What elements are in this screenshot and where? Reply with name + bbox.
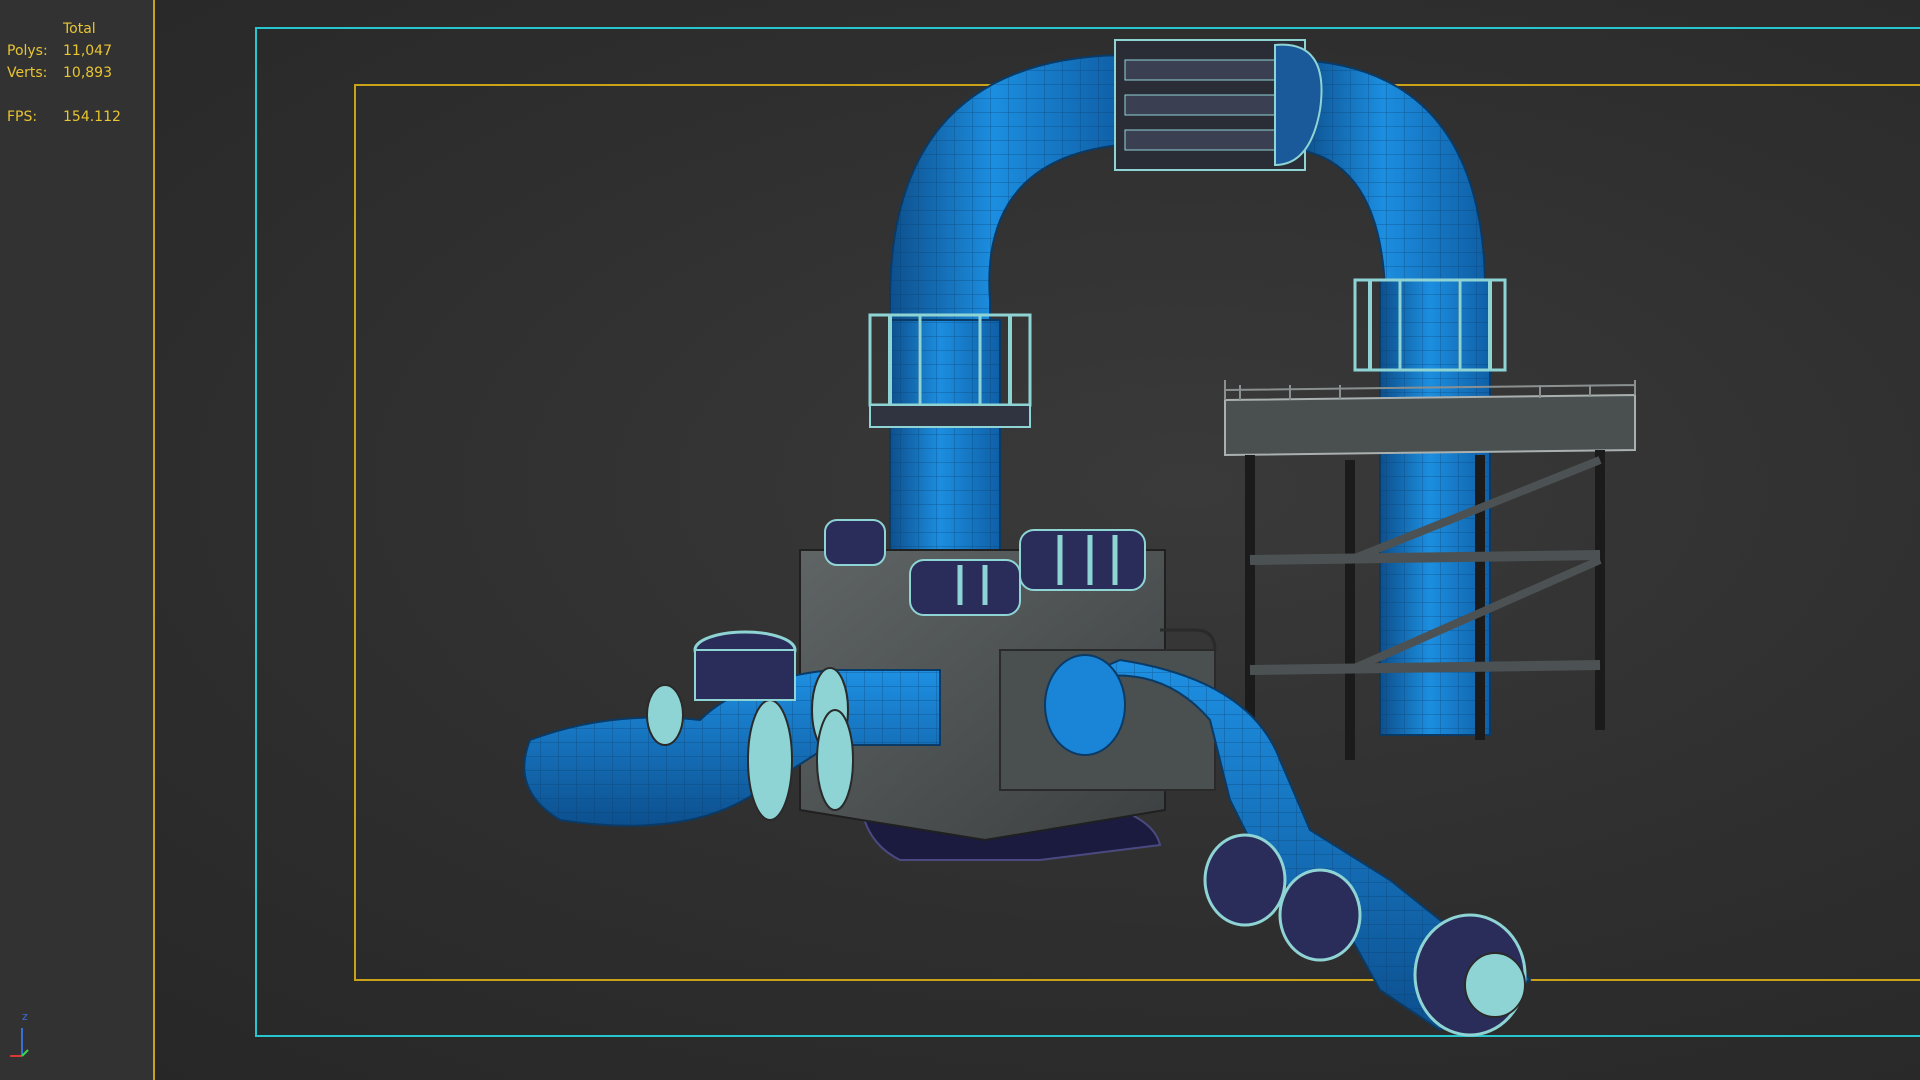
pipe-model[interactable] — [0, 0, 1920, 1080]
viewport[interactable]: Total Polys: 11,047 Verts: 10,893 FPS: 1… — [0, 0, 1920, 1080]
axis-gizmo-icon — [10, 1028, 29, 1057]
axis-z-label: z — [22, 1010, 28, 1023]
